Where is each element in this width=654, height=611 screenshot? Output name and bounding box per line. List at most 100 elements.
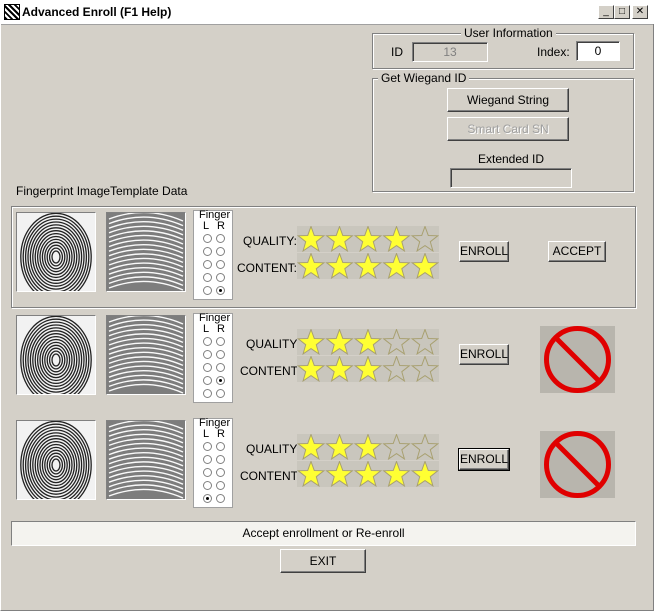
finger-radio-l3[interactable] <box>203 260 212 269</box>
enroll-button[interactable]: ENROLL <box>459 344 509 365</box>
content-star-5 <box>410 460 440 488</box>
quality-star-2 <box>325 328 354 356</box>
quality-star-2 <box>325 225 354 253</box>
finger-radio-r5[interactable] <box>216 389 225 398</box>
content-star-2 <box>325 355 354 383</box>
quality-star-4 <box>382 433 411 461</box>
quality-star-1 <box>296 328 326 356</box>
wiegand-string-button[interactable]: Wiegand String <box>447 88 569 112</box>
finger-radio-r1[interactable] <box>216 442 225 451</box>
extended-id-field[interactable] <box>450 168 572 188</box>
template-data-image <box>106 419 186 500</box>
content-star-1 <box>296 460 326 488</box>
finger-radio-l5[interactable] <box>203 286 212 295</box>
template-data-image <box>106 211 186 292</box>
smart-card-sn-button[interactable]: Smart Card SN <box>447 117 569 141</box>
finger-radio-l1[interactable] <box>203 442 212 451</box>
finger-radio-r2[interactable] <box>216 350 225 359</box>
left-hand-label: L <box>203 220 210 232</box>
fingerprint-image <box>16 420 96 510</box>
fingerprint-image <box>16 212 96 302</box>
finger-radio-r3[interactable] <box>216 468 225 477</box>
accept-button[interactable]: ACCEPT <box>548 241 606 262</box>
left-hand-label: L <box>203 428 210 440</box>
quality-star-5 <box>410 328 440 356</box>
finger-selector <box>193 313 233 403</box>
finger-radio-l4[interactable] <box>203 273 212 282</box>
content-star-5 <box>410 355 440 383</box>
finger-radio-l3[interactable] <box>203 468 212 477</box>
finger-radio-l4[interactable] <box>203 376 212 385</box>
quality-star-5 <box>410 225 440 253</box>
wiegand-legend: Get Wiegand ID <box>378 71 470 85</box>
right-hand-label: R <box>217 220 225 232</box>
content-star-3 <box>353 252 383 280</box>
finger-radio-l1[interactable] <box>203 234 212 243</box>
close-button[interactable]: ✕ <box>632 5 648 19</box>
quality-star-3 <box>353 433 383 461</box>
finger-radio-l1[interactable] <box>203 337 212 346</box>
status-message: Accept enrollment or Re-enroll <box>11 521 636 546</box>
content-star-2 <box>325 460 354 488</box>
finger-radio-l5[interactable] <box>203 494 212 503</box>
content-star-2 <box>325 252 354 280</box>
content-label: CONTENT: <box>240 469 300 483</box>
finger-radio-r5[interactable] <box>216 494 225 503</box>
quality-label: QUALITY: <box>243 234 298 248</box>
finger-selector <box>193 210 233 300</box>
content-stars <box>296 355 440 383</box>
template-data-header: Template Data <box>110 184 188 198</box>
index-field[interactable]: 0 <box>576 41 620 61</box>
minimize-button[interactable]: _ <box>598 5 614 19</box>
template-data-image <box>106 314 186 395</box>
finger-radio-r3[interactable] <box>216 363 225 372</box>
fingerprint-image <box>16 315 96 405</box>
finger-radio-r4[interactable] <box>216 481 225 490</box>
exit-button[interactable]: EXIT <box>280 549 366 573</box>
finger-radio-r2[interactable] <box>216 455 225 464</box>
finger-radio-l4[interactable] <box>203 481 212 490</box>
quality-stars <box>296 433 440 461</box>
finger-radio-l2[interactable] <box>203 455 212 464</box>
quality-label: QUALITY: <box>246 442 301 456</box>
prohibited-icon <box>540 431 615 498</box>
app-icon <box>4 4 20 20</box>
prohibited-icon <box>540 326 615 393</box>
quality-star-4 <box>382 225 411 253</box>
index-label: Index: <box>537 45 570 59</box>
fingerprint-image-header: Fingerprint Image <box>16 184 111 198</box>
enroll-button[interactable]: ENROLL <box>459 241 509 262</box>
finger-radio-r2[interactable] <box>216 247 225 256</box>
window-title: Advanced Enroll (F1 Help) <box>22 5 172 19</box>
finger-radio-r4[interactable] <box>216 273 225 282</box>
quality-star-2 <box>325 433 354 461</box>
quality-star-1 <box>296 433 326 461</box>
finger-radio-r3[interactable] <box>216 260 225 269</box>
quality-star-5 <box>410 433 440 461</box>
quality-label: QUALITY: <box>246 337 301 351</box>
quality-star-1 <box>296 225 326 253</box>
quality-star-3 <box>353 225 383 253</box>
finger-radio-l3[interactable] <box>203 363 212 372</box>
finger-radio-r1[interactable] <box>216 337 225 346</box>
quality-star-4 <box>382 328 411 356</box>
title-bar: Advanced Enroll (F1 Help) _ □ ✕ <box>0 0 654 25</box>
quality-star-3 <box>353 328 383 356</box>
id-field[interactable]: 13 <box>412 42 488 62</box>
content-label: CONTENT: <box>240 364 300 378</box>
finger-radio-l5[interactable] <box>203 389 212 398</box>
enroll-button[interactable]: ENROLL <box>458 448 510 471</box>
finger-radio-r5[interactable] <box>216 286 225 295</box>
content-star-3 <box>353 355 383 383</box>
finger-radio-r4[interactable] <box>216 376 225 385</box>
content-stars <box>296 252 440 280</box>
finger-radio-l2[interactable] <box>203 350 212 359</box>
content-label: CONTENT: <box>237 261 297 275</box>
right-hand-label: R <box>217 428 225 440</box>
content-star-4 <box>382 460 411 488</box>
content-star-5 <box>410 252 440 280</box>
maximize-button[interactable]: □ <box>614 5 630 19</box>
finger-radio-l2[interactable] <box>203 247 212 256</box>
content-stars <box>296 460 440 488</box>
finger-radio-r1[interactable] <box>216 234 225 243</box>
